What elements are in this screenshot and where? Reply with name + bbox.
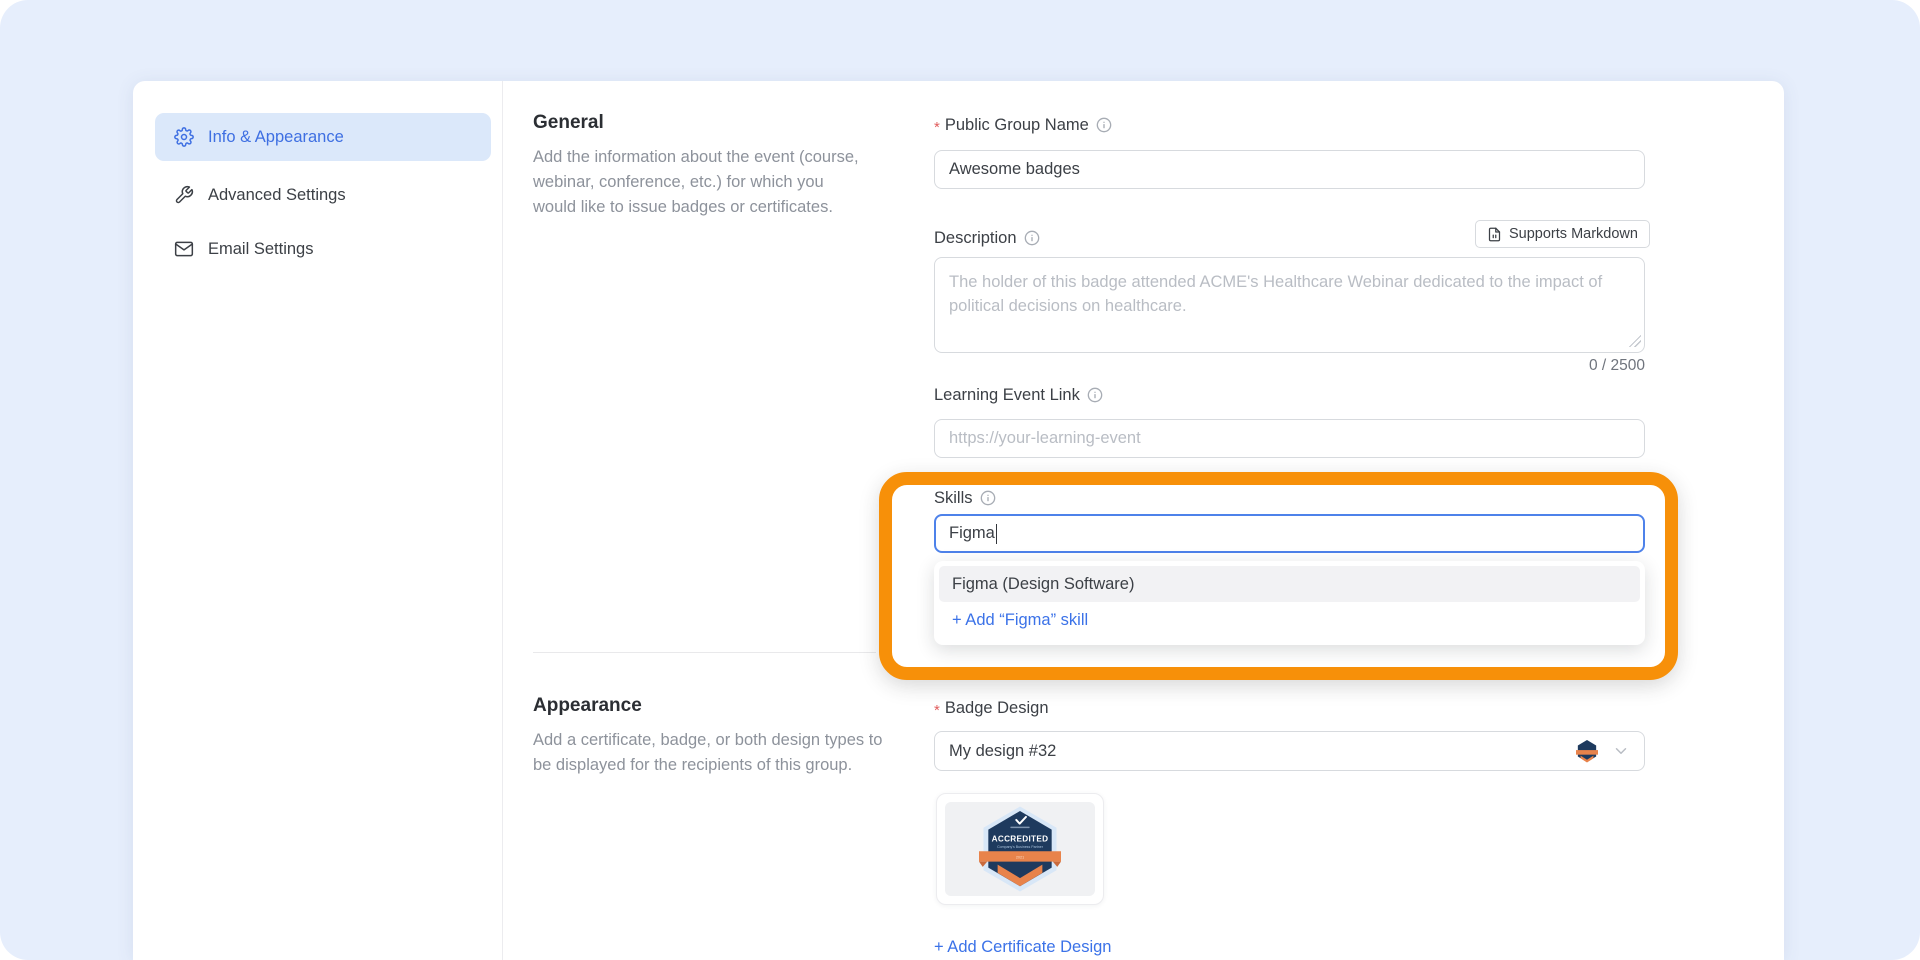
- supports-markdown-chip: Supports Markdown: [1475, 220, 1650, 248]
- sidebar-item-label: Info & Appearance: [208, 128, 344, 147]
- required-asterisk: *: [934, 702, 940, 719]
- description-label-row: Description: [934, 227, 1040, 249]
- required-asterisk: *: [934, 119, 940, 136]
- badge-design-selected-value: My design #32: [949, 742, 1576, 761]
- appearance-section-title: Appearance: [533, 695, 642, 717]
- skills-label-row: Skills: [934, 487, 996, 509]
- markdown-file-icon: [1487, 227, 1502, 242]
- supports-markdown-label: Supports Markdown: [1509, 226, 1638, 242]
- skill-suggestion-item[interactable]: Figma (Design Software): [939, 566, 1640, 602]
- skills-suggestion-dropdown: Figma (Design Software) + Add “Figma” sk…: [934, 561, 1645, 645]
- public-group-name-label-row: * Public Group Name: [934, 114, 1112, 136]
- sidebar-item-email-settings[interactable]: Email Settings: [155, 225, 491, 273]
- badge-preview-thumbnail: ACCREDITED Company's Business Partner 20…: [945, 802, 1095, 896]
- skills-input-value: Figma: [949, 524, 995, 543]
- svg-text:Company's Business Partner: Company's Business Partner: [997, 845, 1044, 849]
- info-icon[interactable]: [1087, 387, 1103, 403]
- learning-event-link-input[interactable]: [934, 419, 1645, 458]
- add-skill-option[interactable]: + Add “Figma” skill: [939, 602, 1640, 638]
- sidebar-divider: [502, 81, 503, 960]
- general-section-description: Add the information about the event (cou…: [533, 145, 871, 220]
- appearance-section-description: Add a certificate, badge, or both design…: [533, 728, 885, 778]
- text-cursor: [996, 524, 998, 544]
- svg-text:2021: 2021: [1016, 856, 1024, 860]
- settings-card: Info & Appearance Advanced Settings Emai…: [133, 81, 1784, 960]
- learning-event-link-label-row: Learning Event Link: [934, 384, 1103, 406]
- info-icon[interactable]: [980, 490, 996, 506]
- envelope-icon: [174, 239, 194, 259]
- accredited-badge-image: ACCREDITED Company's Business Partner 20…: [979, 804, 1061, 894]
- sidebar-item-label: Advanced Settings: [208, 186, 346, 205]
- app-window: Info & Appearance Advanced Settings Emai…: [0, 0, 1920, 960]
- description-label: Description: [934, 229, 1017, 248]
- badge-design-select[interactable]: My design #32: [934, 731, 1645, 771]
- gear-icon: [174, 127, 194, 147]
- badge-mini-icon: [1576, 739, 1598, 763]
- skills-input[interactable]: Figma: [934, 514, 1645, 553]
- info-icon[interactable]: [1096, 117, 1112, 133]
- learning-event-link-label: Learning Event Link: [934, 386, 1080, 405]
- chevron-down-icon: [1612, 742, 1630, 760]
- public-group-name-input[interactable]: [934, 150, 1645, 189]
- badge-design-label-row: * Badge Design: [934, 697, 1049, 719]
- add-certificate-design-link[interactable]: + Add Certificate Design: [934, 938, 1111, 957]
- badge-design-label: Badge Design: [945, 699, 1049, 718]
- wrench-icon: [174, 185, 194, 205]
- badge-preview-card: ACCREDITED Company's Business Partner 20…: [936, 793, 1104, 905]
- section-divider: [533, 652, 876, 653]
- info-icon[interactable]: [1024, 230, 1040, 246]
- public-group-name-label: Public Group Name: [945, 116, 1089, 135]
- svg-text:ACCREDITED: ACCREDITED: [992, 835, 1049, 844]
- description-textarea[interactable]: [934, 257, 1645, 353]
- general-section-title: General: [533, 112, 604, 134]
- sidebar-item-label: Email Settings: [208, 240, 313, 259]
- sidebar-item-advanced-settings[interactable]: Advanced Settings: [155, 171, 491, 219]
- skills-label: Skills: [934, 489, 973, 508]
- character-counter: 0 / 2500: [934, 357, 1645, 375]
- sidebar-item-info-appearance[interactable]: Info & Appearance: [155, 113, 491, 161]
